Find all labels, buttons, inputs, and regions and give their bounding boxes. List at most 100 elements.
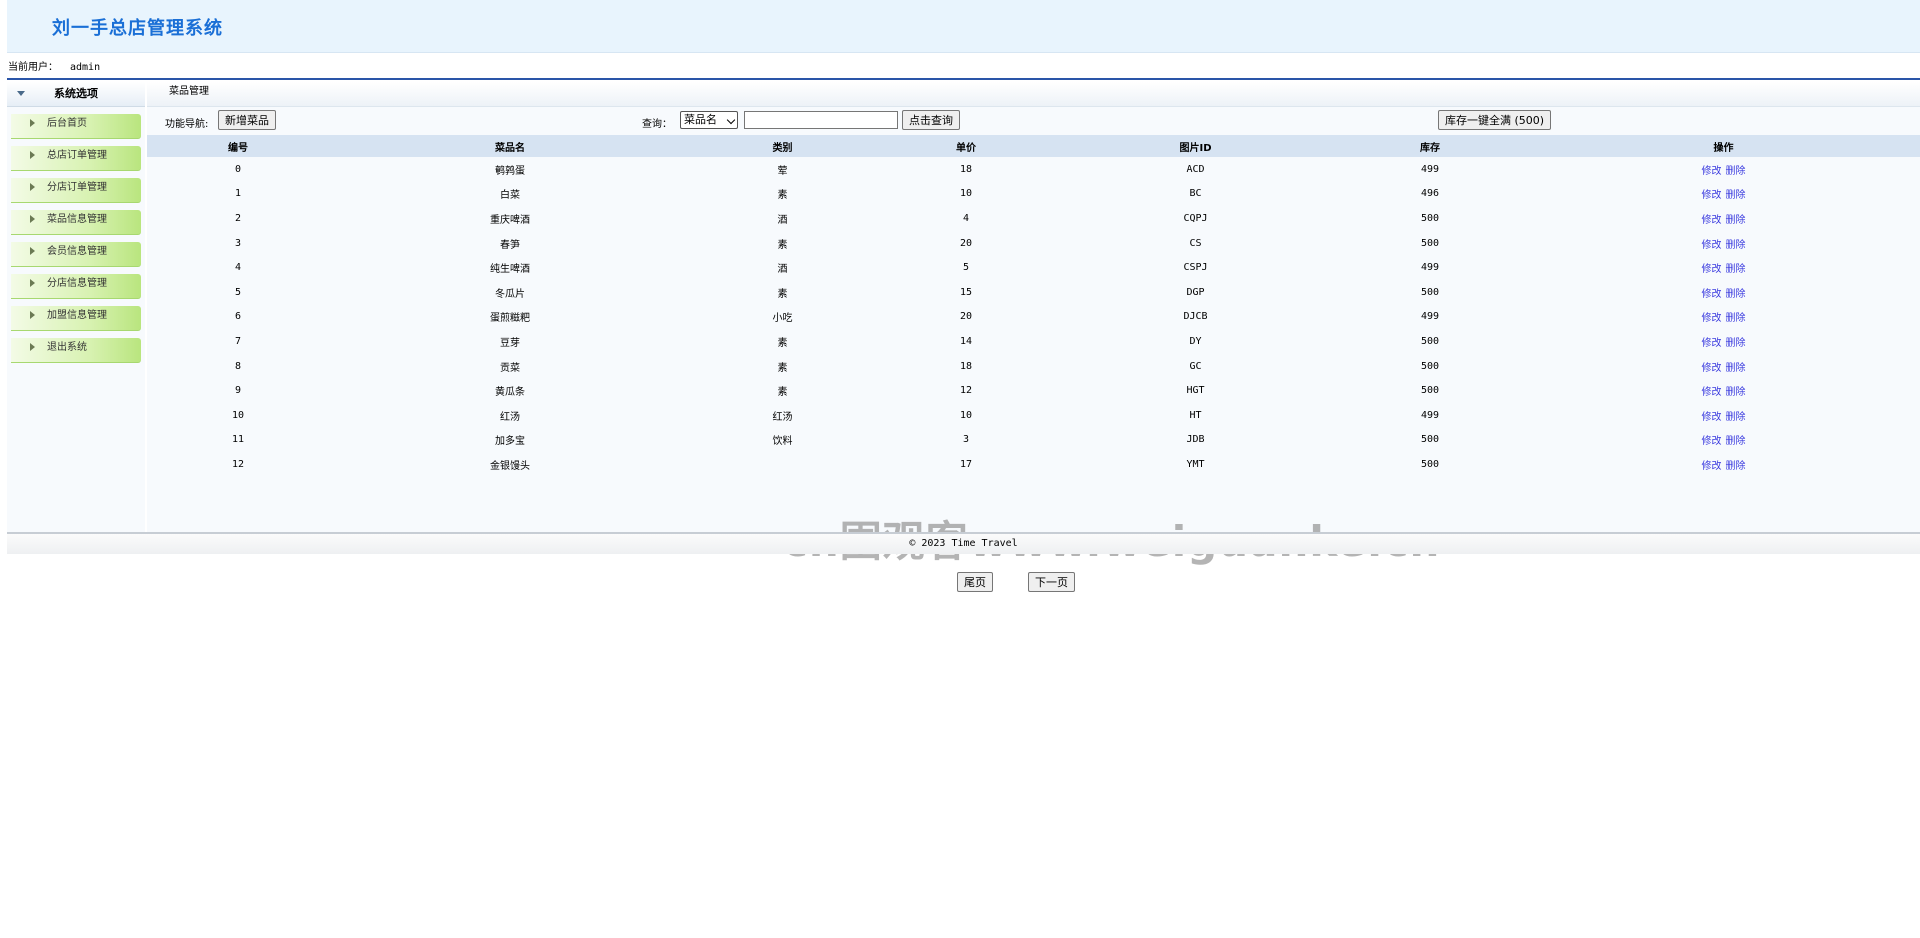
cell-stock: 500 (1420, 458, 1440, 470)
triangle-right-icon (30, 343, 35, 351)
edit-link[interactable]: 修改 (1702, 264, 1722, 275)
delete-link[interactable]: 删除 (1726, 289, 1746, 300)
cell-id: 6 (234, 311, 242, 323)
app-title: 刘一手总店管理系统 (52, 18, 223, 39)
cell-price: 15 (959, 286, 973, 298)
cell-stock: 500 (1420, 434, 1440, 446)
triangle-right-icon (30, 279, 35, 287)
dishes-table: 编号 菜品名 类别 单价 图片ID 库存 操作 0 鹌鹑蛋荤 18 ACD 499 修改删… (147, 135, 1920, 477)
cell-name: 金银馒头 (490, 460, 530, 472)
edit-link[interactable]: 修改 (1702, 240, 1722, 251)
cell-name: 鹌鹑蛋 (495, 165, 525, 177)
cell-name: 贡菜 (500, 362, 520, 374)
last-page-button[interactable]: 尾页 (957, 572, 993, 592)
table-row: 2 重庆啤酒 酒 4 CQPJ 500 修改 删除 (147, 206, 1920, 231)
col-header-image-id: 图片ID (1058, 135, 1333, 157)
sidebar-item-members[interactable]: 会员信息管理 (11, 242, 141, 267)
col-header-actions: 操作 (1527, 135, 1920, 157)
cell-id: 2 (234, 212, 242, 224)
next-page-button[interactable]: 下一页 (1028, 572, 1075, 592)
sidebar-item-franchise[interactable]: 加盟信息管理 (11, 306, 141, 331)
delete-link[interactable]: 删除 (1726, 190, 1746, 201)
sidebar-item-dishes[interactable]: 菜品信息管理 (11, 210, 141, 235)
cell-actions: 修改 删除 (1527, 280, 1920, 305)
cell-actions: 修改 删除 (1527, 255, 1920, 280)
query-field-value: 菜品名 (684, 113, 717, 126)
cell-image-id: BC (1189, 188, 1202, 200)
search-button[interactable]: 点击查询 (902, 110, 960, 130)
delete-link[interactable]: 删除 (1726, 313, 1746, 324)
cell-name: 冬瓜片 (495, 288, 525, 300)
breadcrumb: 菜品管理 (147, 82, 1920, 107)
edit-link[interactable]: 修改 (1702, 190, 1722, 201)
cell-id: 8 (234, 360, 242, 372)
add-dish-button[interactable]: 新增菜品 (218, 110, 276, 130)
table-row: 5 冬瓜片 素 15 DGP 500 修改 删除 (147, 280, 1920, 305)
top-banner: 刘一手总店管理系统 (7, 0, 1920, 53)
cell-stock: 496 (1420, 188, 1440, 200)
restock-all-button[interactable]: 库存一键全满 (500) (1438, 110, 1552, 130)
edit-link[interactable]: 修改 (1702, 363, 1722, 374)
edit-link[interactable]: 修改 (1702, 387, 1722, 398)
col-header-price: 单价 (874, 135, 1058, 157)
edit-link[interactable]: 修改 (1702, 166, 1722, 177)
edit-link[interactable]: 修改 (1702, 338, 1722, 349)
edit-link[interactable]: 修改 (1702, 215, 1722, 226)
page: 刘一手总店管理系统 当前用户： admin 系统选项 后台首页 总店订单管理 分店… (0, 0, 1920, 938)
edit-link[interactable]: 修改 (1702, 436, 1722, 447)
sidebar-item-logout[interactable]: 退出系统 (11, 338, 141, 363)
edit-link[interactable]: 修改 (1702, 412, 1722, 423)
sidebar-item-label: 退出系统 (47, 342, 87, 353)
table-row: 7 豆芽 素 14 DY 500 修改 删除 (147, 329, 1920, 354)
cell-id: 4 (234, 262, 242, 274)
search-input[interactable] (744, 111, 898, 129)
cell-stock: 500 (1420, 212, 1440, 224)
cell-price: 20 (959, 311, 973, 323)
delete-link[interactable]: 删除 (1726, 240, 1746, 251)
delete-link[interactable]: 删除 (1726, 215, 1746, 226)
cell-actions: 修改 删除 (1527, 231, 1920, 256)
sidebar-item-label: 加盟信息管理 (47, 310, 107, 321)
edit-link[interactable]: 修改 (1702, 461, 1722, 472)
table-body: 0 鹌鹑蛋荤 18 ACD 499 修改 删除 1 白菜素 10 BC 496 修改 删除 2 重庆啤酒酒 4 C… (147, 157, 1920, 477)
triangle-right-icon (30, 119, 35, 127)
collapse-arrow-icon (17, 91, 25, 96)
cell-category: 素 (777, 387, 788, 399)
table-header-row: 编号 菜品名 类别 单价 图片ID 库存 操作 (147, 135, 1920, 157)
cell-actions: 修改 删除 (1527, 428, 1920, 453)
edit-link[interactable]: 修改 (1702, 313, 1722, 324)
sidebar-heading[interactable]: 系统选项 (7, 82, 145, 107)
cell-price: 14 (959, 335, 973, 347)
cell-id: 0 (234, 163, 242, 175)
cell-actions: 修改 删除 (1527, 157, 1920, 182)
cell-id: 12 (231, 458, 245, 470)
sidebar-item-main-orders[interactable]: 总店订单管理 (11, 146, 141, 171)
delete-link[interactable]: 删除 (1726, 461, 1746, 472)
table-row: 11 加多宝 饮料 3 JDB 500 修改 删除 (147, 428, 1920, 453)
cell-name: 黄瓜条 (495, 387, 525, 399)
triangle-right-icon (30, 215, 35, 223)
sidebar-item-branches[interactable]: 分店信息管理 (11, 274, 141, 299)
cell-name: 蛋煎糍粑 (490, 313, 530, 325)
current-user-bar: 当前用户： admin (7, 58, 1920, 80)
query-field-select[interactable]: 菜品名 (680, 111, 738, 129)
cell-name: 白菜 (500, 190, 520, 202)
cell-id: 11 (231, 434, 245, 446)
cell-stock: 500 (1420, 335, 1440, 347)
current-user-name: admin (70, 62, 101, 73)
query-label: 查询： (642, 119, 672, 130)
delete-link[interactable]: 删除 (1726, 338, 1746, 349)
sidebar-item-branch-orders[interactable]: 分店订单管理 (11, 178, 141, 203)
delete-link[interactable]: 删除 (1726, 436, 1746, 447)
cell-image-id: HT (1189, 409, 1202, 421)
cell-category: 素 (777, 190, 788, 202)
main-panel: 菜品管理 功能导航: 新增菜品 查询： 菜品名 点击查询 库存一键全满 (500… (147, 82, 1920, 592)
delete-link[interactable]: 删除 (1726, 166, 1746, 177)
nav-label: 功能导航: (165, 119, 209, 130)
delete-link[interactable]: 删除 (1726, 363, 1746, 374)
delete-link[interactable]: 删除 (1726, 412, 1746, 423)
delete-link[interactable]: 删除 (1726, 387, 1746, 398)
edit-link[interactable]: 修改 (1702, 289, 1722, 300)
delete-link[interactable]: 删除 (1726, 264, 1746, 275)
sidebar-item-home[interactable]: 后台首页 (11, 114, 141, 139)
